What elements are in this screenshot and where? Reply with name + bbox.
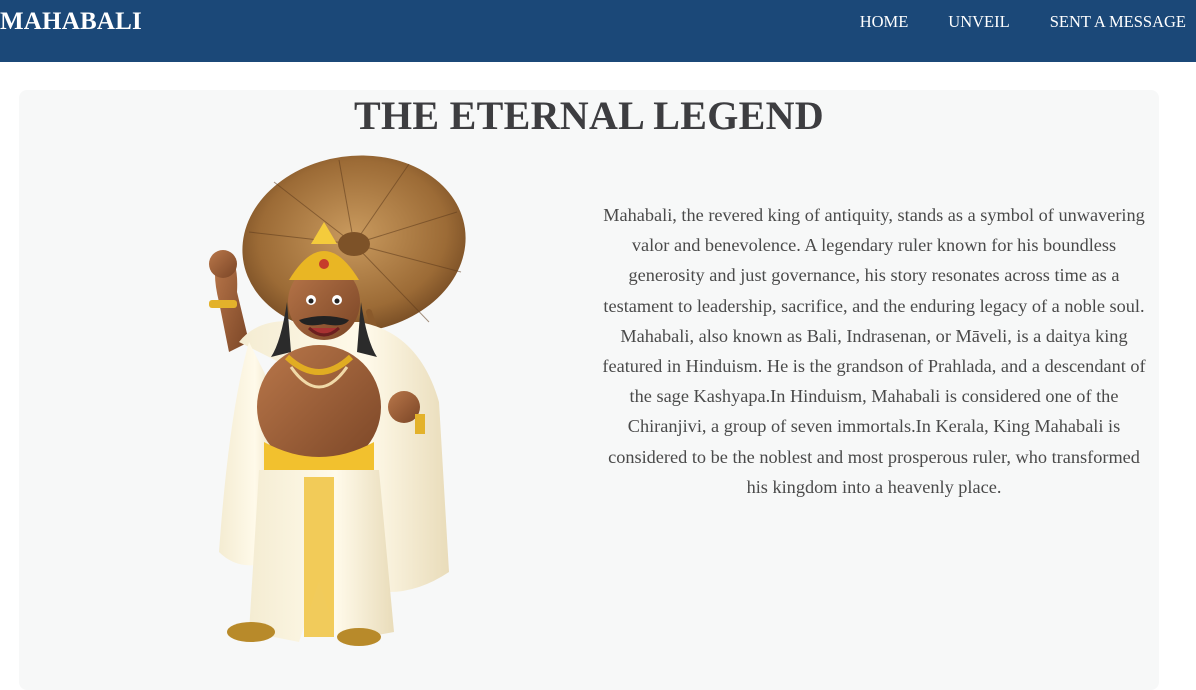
legend-description: Mahabali, the revered king of antiquity,… bbox=[599, 200, 1149, 502]
legend-card: THE ETERNAL LEGEND Mahabali, the revered… bbox=[19, 90, 1159, 690]
mahabali-king-icon bbox=[209, 155, 466, 646]
navbar: MAHABALI HOME UNVEIL SENT A MESSAGE bbox=[0, 0, 1196, 62]
mahabali-illustration bbox=[179, 152, 479, 662]
nav-links: HOME UNVEIL SENT A MESSAGE bbox=[820, 12, 1186, 32]
nav-sent-message-link[interactable]: SENT A MESSAGE bbox=[1050, 12, 1186, 32]
nav-home-link[interactable]: HOME bbox=[860, 12, 909, 32]
description-paragraph-1: Mahabali, the revered king of antiquity,… bbox=[603, 205, 1145, 316]
page-title: THE ETERNAL LEGEND bbox=[354, 93, 824, 138]
brand-logo[interactable]: MAHABALI bbox=[0, 8, 142, 36]
description-paragraph-2: Mahabali, also known as Bali, Indrasenan… bbox=[602, 325, 1146, 497]
nav-unveil-link[interactable]: UNVEIL bbox=[948, 12, 1009, 32]
